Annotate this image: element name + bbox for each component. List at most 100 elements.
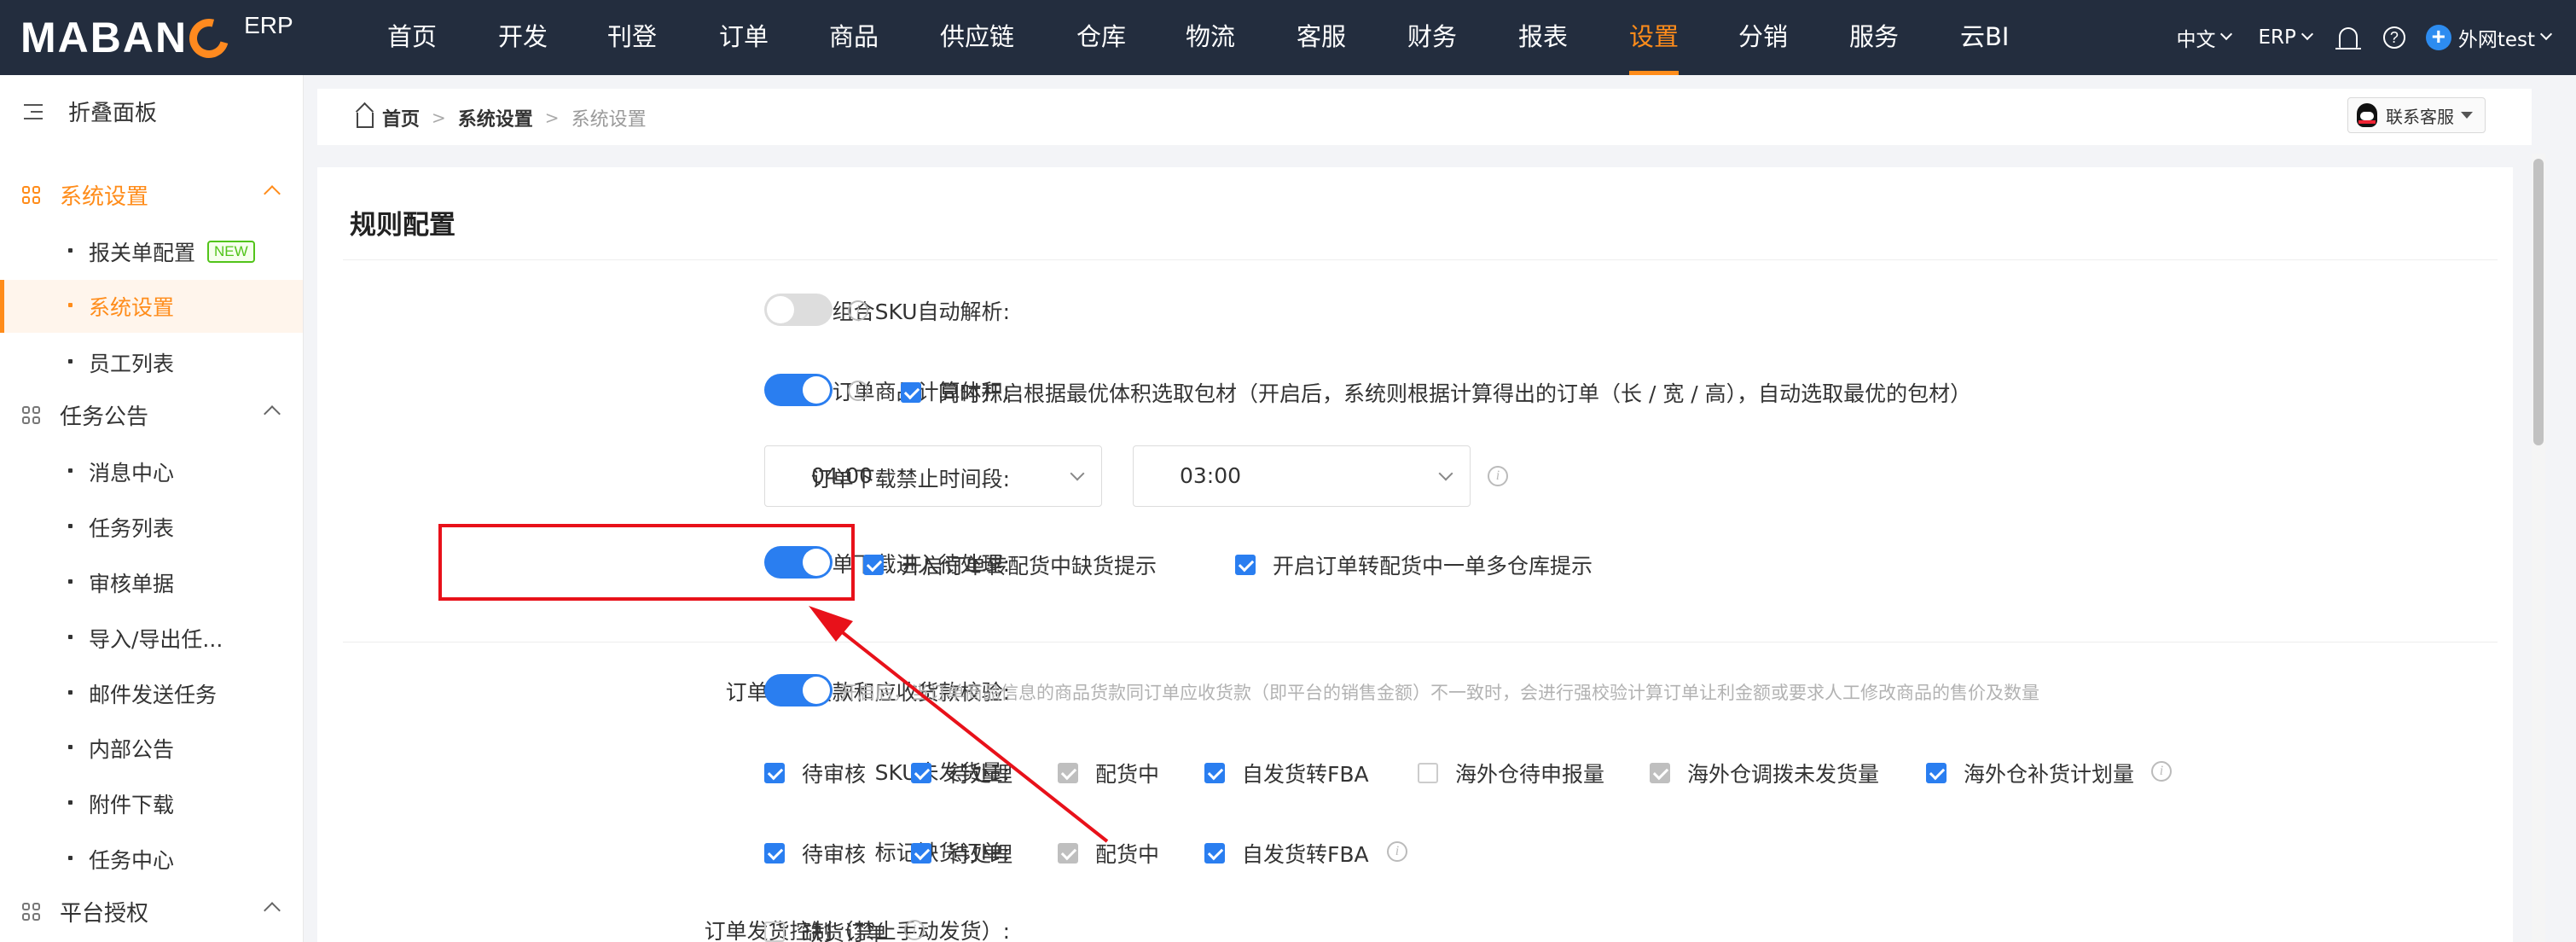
nav-item-14[interactable]: 云BI <box>1960 0 2009 75</box>
setting-row-sku-unshipped: SKU未发货量: 待审核 待处理 配货中 自发货转FBA 海外仓待申报量 海外仓… <box>317 754 2513 788</box>
sidebar-item-import-export[interactable]: 导入/导出任... <box>0 612 303 665</box>
info-icon[interactable]: i <box>1387 841 1407 862</box>
scrollbar-thumb[interactable] <box>2533 159 2544 445</box>
nav-item-5[interactable]: 供应链 <box>940 0 1014 75</box>
mark-oos-fba-checkbox[interactable]: 自发货转FBA <box>1204 838 1369 869</box>
multi-warehouse-prompt-checkbox[interactable]: 开启订单转配货中一单多仓库提示 <box>1235 550 1593 580</box>
sidebar: 折叠面板 系统设置 报关单配置 NEW 系统设置 员工列表 任务公告 消息中心 … <box>0 75 304 942</box>
nav-item-2[interactable]: 刊登 <box>607 0 657 75</box>
breadcrumb-home[interactable]: 首页 <box>382 104 420 131</box>
payment-check-hint: 开启后，当订单商品信息的商品货款同订单应收货款（即平台的销售金额）不一致时，会进… <box>839 683 2039 703</box>
mark-oos-pending-process-checkbox[interactable]: 待处理 <box>911 838 1012 869</box>
notification-button[interactable] <box>2335 27 2361 49</box>
checkbox-checked-icon <box>901 382 921 403</box>
checkbox-unchecked-icon <box>764 922 785 942</box>
checkbox-checked-icon <box>1204 763 1225 783</box>
new-badge: NEW <box>207 241 255 263</box>
sidebar-item-message-center[interactable]: 消息中心 <box>0 445 303 498</box>
mark-oos-allocating-checkbox[interactable]: 配货中 <box>1058 838 1159 869</box>
checkbox-checked-icon <box>911 843 931 864</box>
end-time-select[interactable]: 03:00 <box>1133 445 1471 507</box>
user-menu[interactable]: + 外网test <box>2425 23 2553 52</box>
language-dropdown[interactable]: 中文 <box>2176 23 2233 52</box>
nav-item-12[interactable]: 分销 <box>1738 0 1788 75</box>
nav-item-6[interactable]: 仓库 <box>1076 0 1126 75</box>
optimal-packaging-checkbox[interactable]: 同时开启根据最优体积选取包材（开启后，系统则根据计算得出的订单（长 / 宽 / … <box>901 377 1971 408</box>
sidebar-item-internal-notice[interactable]: 内部公告 <box>0 722 303 775</box>
info-icon[interactable]: i <box>848 300 868 321</box>
setting-row-mark-oos: 标记缺货订单: 待审核 待处理 配货中 自发货转FBA i <box>317 834 2513 869</box>
bell-icon <box>2335 27 2361 49</box>
info-icon[interactable]: i <box>1488 466 1508 486</box>
sidebar-item-task-center[interactable]: 任务中心 <box>0 833 303 886</box>
sidebar-section-system-settings[interactable]: 系统设置 <box>22 179 281 211</box>
sidebar-item-employee-list[interactable]: 员工列表 <box>0 336 303 389</box>
divider <box>343 259 2498 260</box>
collapse-panel-button[interactable]: 折叠面板 <box>24 96 157 127</box>
chevron-up-icon <box>264 902 281 919</box>
sidebar-item-task-list[interactable]: 任务列表 <box>0 501 303 554</box>
sidebar-section-task-notice[interactable]: 任务公告 <box>22 399 281 431</box>
oos-prompt-checkbox[interactable]: 开启订单转配货中缺货提示 <box>863 550 1157 580</box>
sku-unshipped-overseas-replenish-checkbox[interactable]: 海外仓补货计划量 <box>1926 758 2134 788</box>
checkbox-label: 配货中 <box>1095 842 1160 867</box>
nav-item-3[interactable]: 订单 <box>719 0 769 75</box>
sku-unshipped-allocating-checkbox[interactable]: 配货中 <box>1058 758 1159 788</box>
sku-unshipped-overseas-declare-checkbox[interactable]: 海外仓待申报量 <box>1418 758 1604 788</box>
collapse-label: 折叠面板 <box>68 101 158 126</box>
breadcrumb-current: 系统设置 <box>571 109 647 131</box>
info-icon[interactable]: i <box>848 381 868 401</box>
checkbox-label: 开启订单转配货中缺货提示 <box>901 554 1157 579</box>
logo-g-icon <box>182 11 236 66</box>
nav-item-9[interactable]: 财务 <box>1407 0 1457 75</box>
grid-icon <box>22 185 41 205</box>
sidebar-section-platform-auth[interactable]: 平台授权 <box>22 896 281 927</box>
language-label: 中文 <box>2176 29 2216 51</box>
sidebar-item-system-settings[interactable]: 系统设置 <box>0 280 303 333</box>
setting-row-download-window: 订单下载禁止时间段: 04:00 03:00 i <box>317 445 2513 507</box>
setting-row-payment-check: 订单商品货款和应收货款校验: 开启后，当订单商品信息的商品货款同订单应收货款（即… <box>317 674 2513 708</box>
sidebar-item-email-tasks[interactable]: 邮件发送任务 <box>0 667 303 720</box>
highlight-box <box>438 524 855 601</box>
sidebar-item-customs-config[interactable]: 报关单配置 NEW <box>0 225 303 278</box>
nav-item-7[interactable]: 物流 <box>1186 0 1235 75</box>
nav-item-1[interactable]: 开发 <box>498 0 548 75</box>
mabang-logo[interactable]: MABAN ERP <box>20 11 293 66</box>
logo-text: MABAN <box>20 14 189 61</box>
sidebar-item-attachments[interactable]: 附件下载 <box>0 777 303 830</box>
nav-item-13[interactable]: 服务 <box>1849 0 1899 75</box>
sku-unshipped-pending-review-checkbox[interactable]: 待审核 <box>764 758 866 788</box>
sku-unshipped-overseas-transfer-checkbox[interactable]: 海外仓调拨未发货量 <box>1650 758 1879 788</box>
sku-unshipped-pending-process-checkbox[interactable]: 待处理 <box>911 758 1012 788</box>
checkbox-checked-icon <box>1235 555 1256 575</box>
mark-oos-pending-review-checkbox[interactable]: 待审核 <box>764 838 866 869</box>
breadcrumb-system-settings[interactable]: 系统设置 <box>458 104 533 131</box>
grid-icon <box>22 405 41 425</box>
start-time-select[interactable]: 04:00 <box>764 445 1102 507</box>
nav-item-10[interactable]: 报表 <box>1518 0 1568 75</box>
chevron-down-icon <box>2220 27 2233 41</box>
checkbox-label: 海外仓调拨未发货量 <box>1687 762 1880 787</box>
nav-item-8[interactable]: 客服 <box>1297 0 1346 75</box>
nav-item-11[interactable]: 设置 <box>1629 0 1680 75</box>
help-button[interactable]: ? <box>2382 26 2405 49</box>
sku-unshipped-fba-checkbox[interactable]: 自发货转FBA <box>1204 758 1369 788</box>
combo-sku-toggle[interactable] <box>764 294 833 326</box>
product-dropdown[interactable]: ERP <box>2258 26 2313 49</box>
contact-support-button[interactable]: 联系客服 <box>2347 97 2486 133</box>
payment-check-toggle[interactable] <box>764 674 833 706</box>
volume-toggle[interactable] <box>764 374 833 406</box>
caret-down-icon <box>2461 112 2473 119</box>
checkbox-checked-icon <box>1926 763 1947 783</box>
start-time-value: 04:00 <box>811 463 873 488</box>
checkbox-label: 待处理 <box>949 842 1013 867</box>
info-icon[interactable]: i <box>904 920 925 940</box>
section-label: 任务公告 <box>60 404 149 430</box>
nav-item-4[interactable]: 商品 <box>829 0 879 75</box>
info-icon[interactable]: i <box>2151 761 2172 782</box>
divider <box>343 642 2498 643</box>
nav-item-0[interactable]: 首页 <box>387 0 437 75</box>
sidebar-item-review-docs[interactable]: 审核单据 <box>0 556 303 609</box>
checkbox-label: 自发货转FBA <box>1242 842 1369 867</box>
ship-control-oos-checkbox[interactable]: 缺货订单 <box>764 916 887 942</box>
